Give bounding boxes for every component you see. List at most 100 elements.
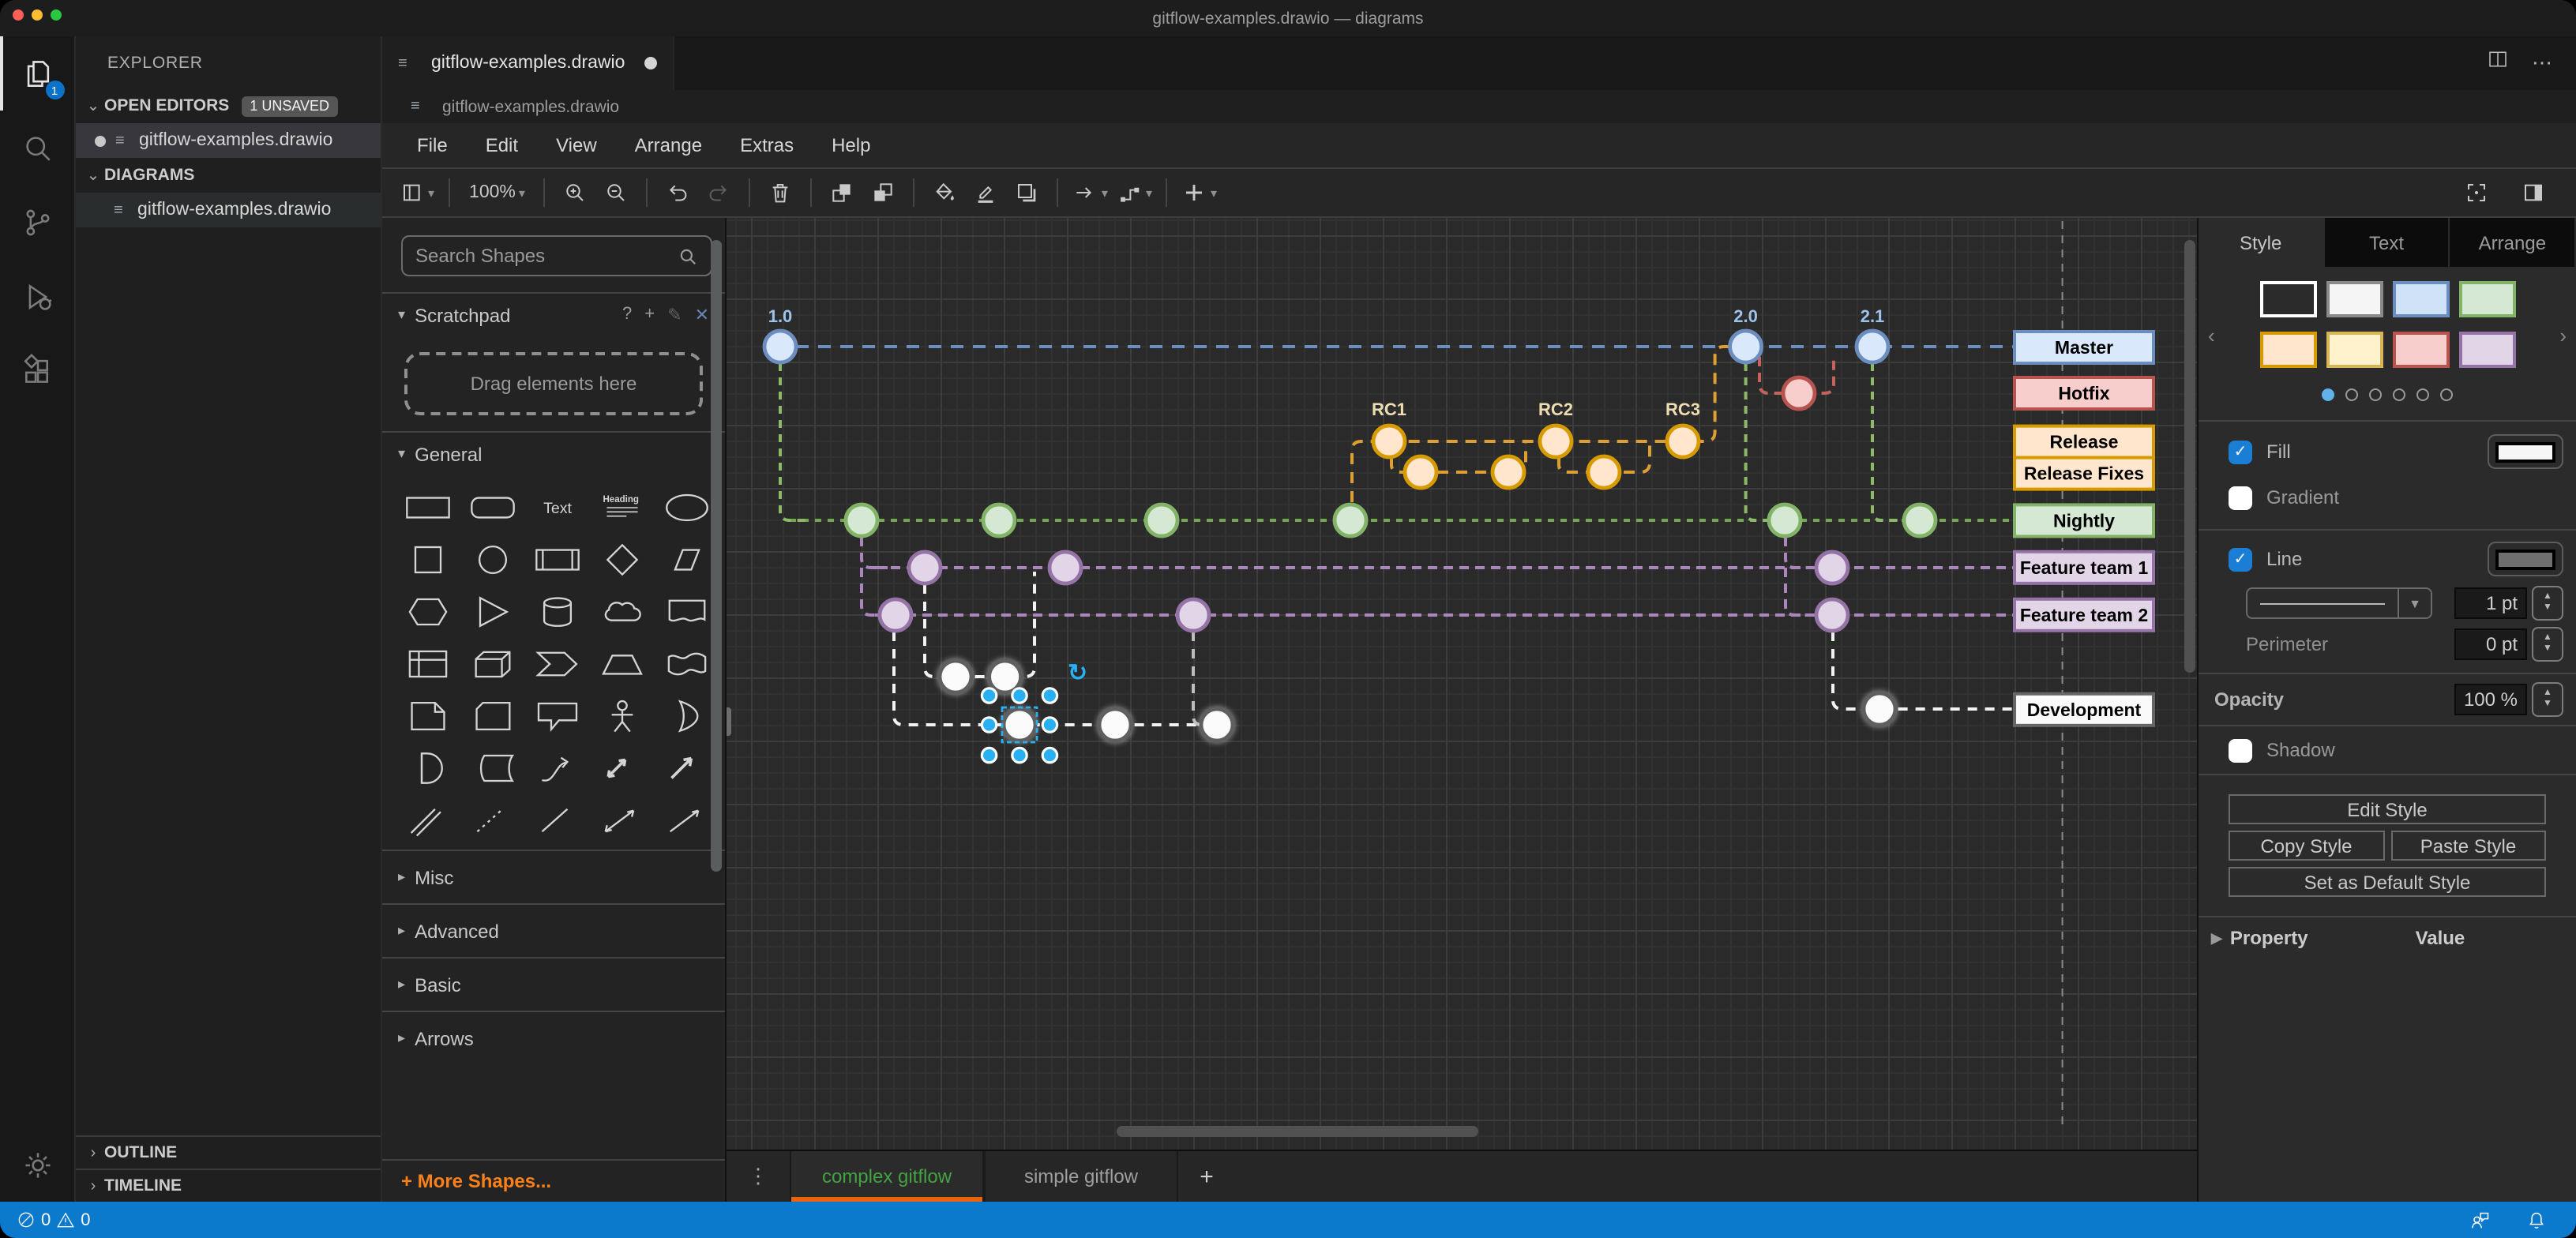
branch-edge[interactable] [1746, 363, 1772, 520]
page-tab-simple-gitflow[interactable]: simple gitflow [984, 1151, 1178, 1202]
toolbar-format-panel-icon[interactable] [2513, 172, 2554, 213]
activity-item-explorer[interactable]: 1 [0, 36, 75, 111]
toolbar-zoom-out-icon[interactable] [596, 172, 637, 213]
commit-node[interactable] [880, 599, 911, 631]
commit-node[interactable] [1769, 505, 1801, 536]
branch-edge[interactable] [862, 537, 888, 568]
scratchpad-dropzone[interactable]: Drag elements here [404, 352, 703, 415]
copy-style-button[interactable]: Copy Style [2229, 831, 2384, 861]
branch-label-hotfix[interactable]: Hotfix [2015, 377, 2154, 409]
shape-callout[interactable] [524, 693, 589, 739]
shape-cube[interactable] [460, 641, 524, 687]
selection-handle[interactable] [982, 748, 996, 762]
problems-indicator[interactable]: 0 0 [16, 1210, 91, 1230]
menu-arrange[interactable]: Arrange [616, 134, 721, 156]
branch-label-release[interactable]: Release [2015, 426, 2154, 458]
branch-edge[interactable] [1786, 568, 1813, 615]
commit-node[interactable] [764, 331, 796, 362]
gradient-checkbox[interactable] [2229, 486, 2252, 509]
feedback-icon[interactable] [2469, 1209, 2491, 1231]
presets-prev-icon[interactable]: ‹ [2208, 324, 2215, 347]
shape-tape[interactable] [654, 641, 719, 687]
format-tab-style[interactable]: Style [2199, 218, 2324, 267]
commit-node[interactable] [1588, 456, 1620, 488]
shape-dotted-line[interactable] [460, 797, 524, 843]
shape-heading[interactable]: Heading [589, 485, 654, 531]
timeline-section[interactable]: › TIMELINE [76, 1169, 381, 1202]
bell-icon[interactable] [2525, 1209, 2548, 1231]
commit-node[interactable] [1730, 331, 1762, 362]
stepper-arrows-icon[interactable]: ▲▼ [2532, 586, 2563, 621]
scratchpad-add-icon[interactable]: + [644, 305, 655, 325]
branch-label-master[interactable]: Master [2015, 332, 2154, 363]
commit-node[interactable] [1050, 552, 1081, 583]
stepper-arrows-icon[interactable]: ▲▼ [2532, 682, 2563, 717]
shape-ellipse[interactable] [654, 485, 719, 531]
shape-or[interactable] [654, 693, 719, 739]
style-preset-swatch[interactable] [2326, 281, 2383, 317]
style-preset-swatch[interactable] [2259, 281, 2316, 317]
breadcrumb[interactable]: ≡ gitflow-examples.drawio [382, 90, 2576, 123]
shape-parallelogram[interactable] [654, 537, 719, 583]
shape-diamond[interactable] [589, 537, 654, 583]
selection-handle[interactable] [1012, 748, 1027, 762]
shape-internal-storage[interactable] [395, 641, 460, 687]
preset-page-dot[interactable] [2440, 388, 2453, 401]
shape-link[interactable] [395, 797, 460, 843]
commit-node[interactable] [1405, 456, 1436, 488]
settings-button[interactable] [0, 1127, 75, 1202]
commit-node[interactable] [989, 661, 1021, 692]
commit-node[interactable] [1864, 693, 1895, 725]
branch-label-development[interactable]: Development [2015, 694, 2154, 726]
commit-node[interactable] [1783, 377, 1815, 409]
toolbar-undo-icon[interactable] [658, 172, 699, 213]
toolbar-page-view-icon[interactable]: ▾ [395, 172, 439, 213]
stepper-arrows-icon[interactable]: ▲▼ [2532, 627, 2563, 662]
perimeter-stepper[interactable]: 0 pt ▲▼ [2454, 627, 2563, 662]
presets-next-icon[interactable]: › [2559, 324, 2567, 347]
property-table-header[interactable]: ▶ Property Value [2199, 917, 2576, 959]
shape-process[interactable] [524, 537, 589, 583]
commit-node[interactable] [1099, 709, 1131, 741]
toolbar-to-front-icon[interactable] [822, 172, 863, 213]
toolbar-zoom-in-icon[interactable] [555, 172, 596, 213]
format-tab-text[interactable]: Text [2324, 218, 2450, 267]
shape-note[interactable] [395, 693, 460, 739]
shape-triangle[interactable] [460, 589, 524, 635]
shape-text[interactable]: Text [524, 485, 589, 531]
scratchpad-header[interactable]: ▾ Scratchpad ? + ✎ ✕ [382, 292, 725, 336]
activity-item-run-debug[interactable] [0, 259, 75, 333]
branch-label-release-fixes[interactable]: Release Fixes [2015, 458, 2154, 490]
shape-circle[interactable] [460, 537, 524, 583]
commit-node[interactable] [1540, 426, 1572, 457]
selection-handle[interactable] [1042, 718, 1057, 732]
section-basic[interactable]: ▸Basic [382, 957, 725, 1011]
commit-node[interactable] [846, 505, 877, 536]
commit-node[interactable] [1857, 331, 1888, 362]
preset-page-dot[interactable] [2416, 388, 2429, 401]
commit-node[interactable] [1177, 599, 1209, 631]
shape-search-input[interactable] [415, 245, 678, 267]
split-editor-icon[interactable] [2486, 47, 2510, 79]
branch-edge[interactable] [1872, 363, 1898, 520]
shape-directional-connector[interactable] [654, 797, 719, 843]
opacity-stepper[interactable]: 100 % ▲▼ [2454, 682, 2563, 717]
preset-page-dot[interactable] [2322, 388, 2334, 401]
selection-handle[interactable] [1012, 688, 1027, 703]
palette-scrollbar[interactable] [711, 240, 722, 872]
diagram-canvas[interactable]: MasterHotfixReleaseRelease FixesNightlyF… [727, 218, 2197, 1150]
menu-view[interactable]: View [537, 134, 616, 156]
commit-node[interactable] [1146, 505, 1177, 536]
style-preset-swatch[interactable] [2392, 332, 2449, 368]
toolbar-redo-icon[interactable] [699, 172, 740, 213]
commit-node[interactable] [1201, 709, 1233, 741]
style-preset-swatch[interactable] [2392, 281, 2449, 317]
more-actions-icon[interactable]: ⋯ [2532, 51, 2554, 76]
activity-item-search[interactable] [0, 111, 75, 185]
menu-file[interactable]: File [398, 134, 467, 156]
toolbar-to-back-icon[interactable] [863, 172, 904, 213]
close-window-icon[interactable] [13, 9, 24, 20]
section-misc[interactable]: ▸Misc [382, 850, 725, 903]
format-tab-arrange[interactable]: Arrange [2450, 218, 2576, 267]
style-preset-swatch[interactable] [2259, 332, 2316, 368]
